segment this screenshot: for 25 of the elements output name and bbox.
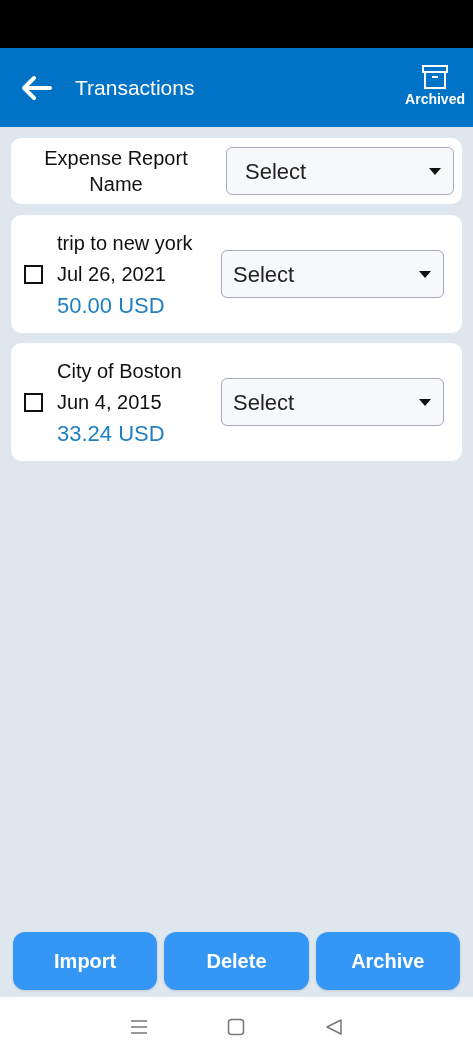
screen-title: Transactions [75,74,195,101]
transaction-name: trip to new york [57,230,194,256]
action-button[interactable]: Import [13,932,158,990]
transaction-amount: 33.24 USD [57,419,166,448]
back-icon[interactable] [325,1017,344,1036]
dropdown-caret-icon [419,398,431,406]
report-label: Expense Report Name [43,146,189,197]
transaction-amount: 50.00 USD [57,291,166,320]
checkbox[interactable] [24,392,43,412]
transaction-date: Jul 26, 2021 [57,261,167,287]
report-select[interactable]: Select [221,250,444,298]
menu-icon[interactable] [129,1018,148,1035]
action-button[interactable]: Delete [164,932,309,990]
dropdown-caret-icon [429,167,441,175]
archived-button[interactable]: Archived [405,89,465,110]
transaction-name: City of Boston [57,358,183,384]
dropdown-caret-icon [419,270,431,278]
archive-box-icon[interactable] [422,65,449,89]
action-button[interactable]: Archive [315,932,460,990]
home-icon[interactable] [227,1017,246,1036]
report-select[interactable]: Select [221,378,444,426]
checkbox[interactable] [24,264,43,284]
transaction-date: Jun 4, 2015 [57,389,163,415]
back-arrow-icon[interactable] [20,74,52,101]
report-select[interactable]: Select [226,147,454,195]
